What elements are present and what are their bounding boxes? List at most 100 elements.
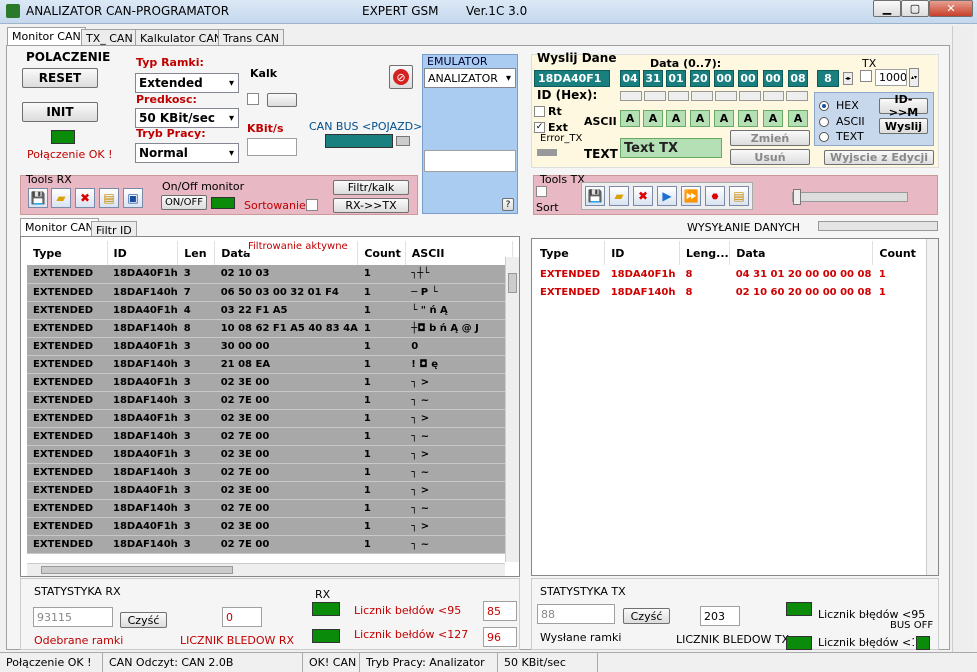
ascii-byte-1[interactable]: A xyxy=(643,110,663,127)
tx-col-id[interactable]: ID xyxy=(604,241,680,265)
rx-table-row[interactable]: EXTENDED 18DAF140h 3 02 7E 00 1 ┐ ~ xyxy=(27,427,513,445)
delete-icon[interactable]: ✖ xyxy=(75,188,95,208)
emulator-help-button[interactable]: ? xyxy=(502,198,514,211)
rx-table-row[interactable]: EXTENDED 18DAF140h 3 21 08 EA 1 ! ◘ ę xyxy=(27,355,513,373)
frame-type-select[interactable]: Extended xyxy=(135,73,239,93)
rx-table-row[interactable]: EXTENDED 18DA40F1h 4 03 22 F1 A5 1 └ " ń Ą xyxy=(27,301,513,319)
ext-checkbox[interactable]: ✓ xyxy=(534,122,545,133)
close-button[interactable]: ✕ xyxy=(929,0,973,17)
kbit-input[interactable] xyxy=(247,138,297,156)
play-icon[interactable]: ▶ xyxy=(657,186,677,206)
ascii-byte-0[interactable]: A xyxy=(620,110,640,127)
ascii-byte-6[interactable]: A xyxy=(763,110,783,127)
sortowanie-checkbox[interactable] xyxy=(306,199,318,211)
rx-table-row[interactable]: EXTENDED 18DAF140h 3 02 7E 00 1 ┐ ~ xyxy=(27,391,513,409)
filtr-kalk-button[interactable]: Filtr/kalk xyxy=(333,180,409,195)
stop-button[interactable]: ⊘ xyxy=(389,65,413,89)
data-byte-3[interactable]: 20 xyxy=(690,70,710,87)
ascii-radio[interactable] xyxy=(819,117,829,127)
ascii-byte-7[interactable]: A xyxy=(788,110,808,127)
window-vscroll[interactable] xyxy=(952,26,974,652)
rt-checkbox[interactable] xyxy=(534,106,545,117)
tx-vscroll[interactable] xyxy=(926,239,938,575)
emulator-select[interactable]: ANALIZATOR xyxy=(424,68,516,88)
rx-table-row[interactable]: EXTENDED 18DA40F1h 3 02 3E 00 1 ┐ > xyxy=(27,373,513,391)
emulator-input[interactable] xyxy=(424,150,516,172)
data-byte-1[interactable]: 31 xyxy=(643,70,663,87)
init-button[interactable]: INIT xyxy=(22,102,98,122)
ascii-byte-4[interactable]: A xyxy=(714,110,734,127)
wyslij-button[interactable]: Wyslij xyxy=(879,118,928,134)
tx-checkbox[interactable] xyxy=(860,70,872,82)
rx-table-row[interactable]: EXTENDED 18DAF140h 3 02 7E 00 1 ┐ ~ xyxy=(27,463,513,481)
tx-col-count[interactable]: Count xyxy=(872,241,928,265)
rx-col-count[interactable]: Count xyxy=(357,241,406,265)
kalk-checkbox[interactable] xyxy=(247,93,259,105)
rx-col-type[interactable]: Type xyxy=(27,241,108,265)
exit-edit-button[interactable]: Wyjscie z Edycji xyxy=(824,150,934,165)
onoff-button[interactable]: ON/OFF xyxy=(161,195,207,210)
id-to-m-button[interactable]: ID->>M xyxy=(879,93,928,119)
rx-table-row[interactable]: EXTENDED 18DA40F1h 3 02 10 03 1 ┐┼└ xyxy=(27,265,513,283)
dlc-input[interactable]: 8 xyxy=(817,70,839,87)
fast-forward-icon[interactable]: ⏩ xyxy=(681,186,701,206)
rx-table-row[interactable]: EXTENDED 18DA40F1h 3 30 00 00 1 0 xyxy=(27,337,513,355)
rx-table-row[interactable]: EXTENDED 18DAF140h 8 10 08 62 F1 A5 40 83 4… xyxy=(27,319,513,337)
clipboard-icon[interactable]: ▤ xyxy=(99,188,119,208)
tab-monitor-can[interactable]: Monitor CAN xyxy=(7,27,86,46)
rx-table-row[interactable]: EXTENDED 18DAF140h 7 06 50 03 00 32 01 F4 1 ─… xyxy=(27,283,513,301)
id-input[interactable]: 18DA40F1 xyxy=(534,70,610,87)
rx-table-row[interactable]: EXTENDED 18DA40F1h 3 02 3E 00 1 ┐ > xyxy=(27,445,513,463)
rx-table-row[interactable]: EXTENDED 18DAF140h 3 02 7E 00 1 ┐ ~ xyxy=(27,499,513,517)
text-radio[interactable] xyxy=(819,132,829,142)
monitor-icon[interactable]: ▣ xyxy=(123,188,143,208)
rx-table-row[interactable]: EXTENDED 18DAF140h 3 02 7E 00 1 ┐ ~ xyxy=(27,535,513,553)
speed-select[interactable]: 50 KBit/sec xyxy=(135,108,239,128)
rx-vscroll[interactable] xyxy=(505,257,519,562)
data-byte-6[interactable]: 00 xyxy=(763,70,783,87)
usun-button[interactable]: Usuń xyxy=(730,149,810,165)
tx-speed-slider[interactable] xyxy=(792,189,908,205)
save-icon[interactable]: 💾 xyxy=(28,188,48,208)
rx-col-id[interactable]: ID xyxy=(107,241,179,265)
ascii-byte-2[interactable]: A xyxy=(666,110,686,127)
rx-hscroll[interactable] xyxy=(27,563,505,576)
dlc-stepper[interactable]: ◂▸ xyxy=(843,72,853,85)
zmien-button[interactable]: Zmień xyxy=(730,130,810,146)
ascii-byte-5[interactable]: A xyxy=(738,110,758,127)
ascii-byte-3[interactable]: A xyxy=(690,110,710,127)
byte-steppers[interactable] xyxy=(620,91,808,101)
rx-clear-button[interactable]: Czyść xyxy=(120,612,167,628)
rx-table-row[interactable]: EXTENDED 18DA40F1h 3 02 3E 00 1 ┐ > xyxy=(27,409,513,427)
mode-select[interactable]: Normal xyxy=(135,143,239,163)
maximize-button[interactable]: ▢ xyxy=(901,0,929,17)
tx-col-data[interactable]: Data xyxy=(729,241,874,265)
tx-col-type[interactable]: Type xyxy=(534,241,606,265)
tx-save-icon[interactable]: 💾 xyxy=(585,186,605,206)
hex-radio[interactable] xyxy=(819,101,829,111)
tx-col-len[interactable]: Leng... xyxy=(679,241,731,265)
tab-monitor-can-sub[interactable]: Monitor CAN xyxy=(20,218,99,237)
data-byte-0[interactable]: 04 xyxy=(620,70,640,87)
tx-table-row[interactable]: EXTENDED 18DAF140h 8 02 10 60 20 00 00 00 0… xyxy=(534,283,928,301)
data-byte-2[interactable]: 01 xyxy=(666,70,686,87)
kalk-button[interactable] xyxy=(267,93,297,107)
tx-sort-checkbox[interactable] xyxy=(536,186,547,197)
tx-clear-button[interactable]: Czyść xyxy=(623,608,670,624)
stop-sign-icon[interactable]: ⬣ xyxy=(705,186,725,206)
data-byte-5[interactable]: 00 xyxy=(738,70,758,87)
tx-table-row[interactable]: EXTENDED 18DA40F1h 8 04 31 01 20 00 00 00 0… xyxy=(534,265,928,283)
tx-delete-icon[interactable]: ✖ xyxy=(633,186,653,206)
rx-col-ascii[interactable]: ASCII xyxy=(405,241,514,265)
rx-table-row[interactable]: EXTENDED 18DA40F1h 3 02 3E 00 1 ┐ > xyxy=(27,517,513,535)
rx-to-tx-button[interactable]: RX->>TX xyxy=(333,198,409,213)
rx-table-row[interactable]: EXTENDED 18DA40F1h 3 02 3E 00 1 ┐ > xyxy=(27,481,513,499)
data-byte-4[interactable]: 00 xyxy=(714,70,734,87)
tx-folder-icon[interactable]: ▰ xyxy=(609,186,629,206)
tx-clipboard-icon[interactable]: ▤ xyxy=(729,186,749,206)
rx-col-len[interactable]: Len xyxy=(177,241,216,265)
reset-button[interactable]: RESET xyxy=(22,68,98,88)
minimize-button[interactable]: ▁ xyxy=(873,0,901,17)
folder-icon[interactable]: ▰ xyxy=(51,188,71,208)
data-byte-7[interactable]: 08 xyxy=(788,70,808,87)
